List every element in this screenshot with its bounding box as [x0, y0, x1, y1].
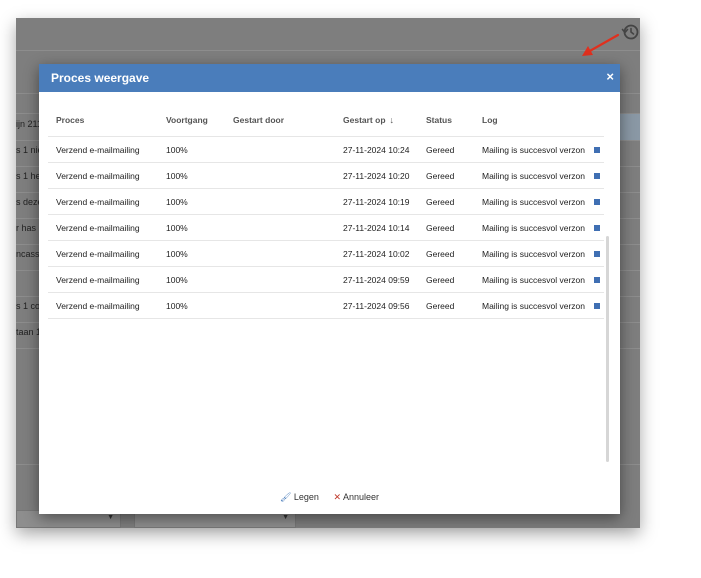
log-text: Mailing is succesvol verzon [482, 274, 585, 285]
log-detail-icon[interactable] [594, 251, 600, 257]
log-detail-icon[interactable] [594, 173, 600, 179]
process-modal: Proces weergave × Proces Voortgang Gesta… [39, 64, 620, 514]
cell-voortgang: 100% [158, 266, 225, 293]
bg-text: ncass [16, 249, 40, 259]
sort-descending-icon: ↓ [389, 115, 395, 125]
column-header-status[interactable]: Status [418, 104, 474, 137]
scrollbar[interactable] [606, 236, 609, 462]
log-detail-icon[interactable] [594, 199, 600, 205]
table-row[interactable]: Verzend e-mailmailing 100% 27-11-2024 10:2… [48, 162, 604, 189]
cell-status: Gereed [418, 266, 474, 293]
column-header-log[interactable]: Log [474, 104, 604, 137]
cell-log: Mailing is succesvol verzon [474, 162, 604, 189]
column-header-voortgang[interactable]: Voortgang [158, 104, 225, 137]
clear-button[interactable]: 🖌 Legen [280, 492, 319, 502]
log-text: Mailing is succesvol verzon [482, 300, 585, 311]
annotation-arrow-icon [582, 33, 620, 56]
cell-voortgang: 100% [158, 214, 225, 241]
table-row[interactable]: Verzend e-mailmailing 100% 27-11-2024 10:1… [48, 188, 604, 215]
clear-button-label: Legen [293, 492, 319, 502]
bg-text: ijn 211 [16, 119, 42, 129]
log-text: Mailing is succesvol verzon [482, 248, 585, 259]
log-detail-icon[interactable] [594, 277, 600, 283]
cell-gestart-op: 27-11-2024 10:20 [335, 162, 418, 189]
modal-title: Proces weergave [51, 71, 150, 85]
cell-gestart-op: 27-11-2024 09:56 [335, 292, 418, 319]
bg-text: r has [16, 223, 37, 233]
modal-header: Proces weergave × [39, 64, 620, 92]
cell-gestart-door [225, 162, 335, 189]
modal-footer: 🖌 Legen ✕ Annuleer [39, 492, 620, 503]
cell-voortgang: 100% [158, 136, 225, 163]
cell-gestart-op: 27-11-2024 10:24 [335, 136, 418, 163]
log-text: Mailing is succesvol verzon [482, 144, 585, 155]
table-row[interactable]: Verzend e-mailmailing 100% 27-11-2024 09:5… [48, 292, 604, 319]
column-header-gestart-op[interactable]: Gestart op ↓ [335, 104, 418, 137]
column-header-gestart-op-label: Gestart op [343, 115, 386, 125]
cell-status: Gereed [418, 240, 474, 267]
table-row[interactable]: Verzend e-mailmailing 100% 27-11-2024 09:5… [48, 266, 604, 293]
cell-gestart-op: 27-11-2024 10:19 [335, 188, 418, 215]
cell-log: Mailing is succesvol verzon [474, 136, 604, 163]
cell-proces: Verzend e-mailmailing [48, 188, 158, 215]
cancel-button-label: Annuleer [343, 492, 380, 502]
close-icon[interactable]: × [606, 69, 614, 84]
cell-gestart-door [225, 214, 335, 241]
cancel-x-icon: ✕ [333, 492, 341, 502]
brush-icon: 🖌 [279, 492, 292, 502]
cell-voortgang: 100% [158, 240, 225, 267]
cell-proces: Verzend e-mailmailing [48, 214, 158, 241]
log-detail-icon[interactable] [594, 303, 600, 309]
cell-gestart-door [225, 292, 335, 319]
cell-status: Gereed [418, 214, 474, 241]
cell-status: Gereed [418, 136, 474, 163]
cell-log: Mailing is succesvol verzon [474, 266, 604, 293]
cell-log: Mailing is succesvol verzon [474, 292, 604, 319]
cell-gestart-op: 27-11-2024 09:59 [335, 266, 418, 293]
cell-voortgang: 100% [158, 292, 225, 319]
table-row[interactable]: Verzend e-mailmailing 100% 27-11-2024 10:2… [48, 136, 604, 163]
cell-proces: Verzend e-mailmailing [48, 240, 158, 267]
cell-proces: Verzend e-mailmailing [48, 136, 158, 163]
table-header-row: Proces Voortgang Gestart door Gestart op… [48, 104, 604, 137]
bg-text: taan 1 [16, 327, 42, 337]
process-table-wrapper: Proces Voortgang Gestart door Gestart op… [48, 104, 604, 319]
history-icon[interactable] [620, 22, 640, 42]
cell-voortgang: 100% [158, 188, 225, 215]
cancel-button[interactable]: ✕ Annuleer [333, 492, 379, 502]
log-detail-icon[interactable] [594, 147, 600, 153]
caret-down-icon: ▼ [107, 514, 114, 521]
cell-gestart-door [225, 266, 335, 293]
log-text: Mailing is succesvol verzon [482, 222, 585, 233]
cell-proces: Verzend e-mailmailing [48, 162, 158, 189]
log-detail-icon[interactable] [594, 225, 600, 231]
log-text: Mailing is succesvol verzon [482, 196, 585, 207]
cell-gestart-door [225, 188, 335, 215]
cell-status: Gereed [418, 188, 474, 215]
bg-divider [16, 50, 640, 51]
cell-proces: Verzend e-mailmailing [48, 292, 158, 319]
process-table: Proces Voortgang Gestart door Gestart op… [48, 104, 604, 319]
caret-down-icon: ▼ [282, 514, 289, 521]
cell-log: Mailing is succesvol verzon [474, 188, 604, 215]
cell-gestart-op: 27-11-2024 10:02 [335, 240, 418, 267]
cell-proces: Verzend e-mailmailing [48, 266, 158, 293]
table-row[interactable]: Verzend e-mailmailing 100% 27-11-2024 10:0… [48, 240, 604, 267]
cell-status: Gereed [418, 292, 474, 319]
column-header-gestart-door[interactable]: Gestart door [225, 104, 335, 137]
column-header-proces[interactable]: Proces [48, 104, 158, 137]
cell-voortgang: 100% [158, 162, 225, 189]
cell-gestart-door [225, 136, 335, 163]
table-row[interactable]: Verzend e-mailmailing 100% 27-11-2024 10:1… [48, 214, 604, 241]
cell-log: Mailing is succesvol verzon [474, 240, 604, 267]
cell-gestart-door [225, 240, 335, 267]
cell-log: Mailing is succesvol verzon [474, 214, 604, 241]
cell-status: Gereed [418, 162, 474, 189]
log-text: Mailing is succesvol verzon [482, 170, 585, 181]
cell-gestart-op: 27-11-2024 10:14 [335, 214, 418, 241]
